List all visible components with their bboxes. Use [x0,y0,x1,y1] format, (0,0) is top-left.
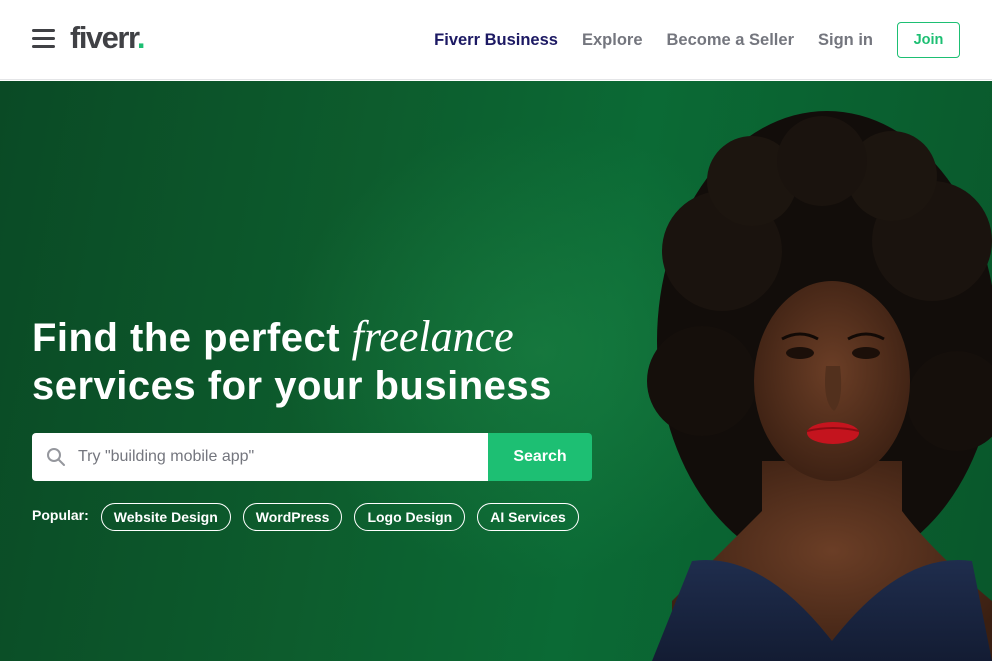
hamburger-menu-icon[interactable] [32,29,55,49]
fiverr-logo[interactable]: fiverr. [70,20,146,56]
nav-explore-link[interactable]: Explore [582,31,643,50]
join-button[interactable]: Join [897,22,960,58]
logo-text: fiverr [70,20,138,55]
nav-sign-in-link[interactable]: Sign in [818,31,873,50]
search-input[interactable] [78,433,488,481]
headline-part2: services for your business [32,364,552,408]
hero-section: Find the perfect freelance services for … [0,81,992,661]
search-box[interactable] [32,433,488,481]
hero-headline: Find the perfect freelance services for … [32,313,552,410]
nav-become-seller-link[interactable]: Become a Seller [667,31,795,50]
headline-emphasis: freelance [351,312,514,361]
popular-chip-logo-design[interactable]: Logo Design [354,503,466,531]
popular-chip-wordpress[interactable]: WordPress [242,503,343,531]
headline-part1: Find the perfect [32,316,352,360]
popular-chip-ai-services[interactable]: AI Services [477,503,579,531]
search-icon [47,448,65,466]
top-nav: Fiverr Business Explore Become a Seller … [434,22,960,58]
search-button[interactable]: Search [488,433,592,481]
popular-label: Popular: [32,507,89,523]
hero-model-image [647,111,992,661]
nav-fiverr-business-link[interactable]: Fiverr Business [434,31,558,50]
search-bar: Search [32,433,592,481]
popular-chip-website-design[interactable]: Website Design [100,503,231,531]
logo-dot: . [136,20,146,55]
popular-searches: Popular: Website Design WordPress Logo D… [32,503,591,531]
top-header: fiverr. Fiverr Business Explore Become a… [0,0,992,80]
